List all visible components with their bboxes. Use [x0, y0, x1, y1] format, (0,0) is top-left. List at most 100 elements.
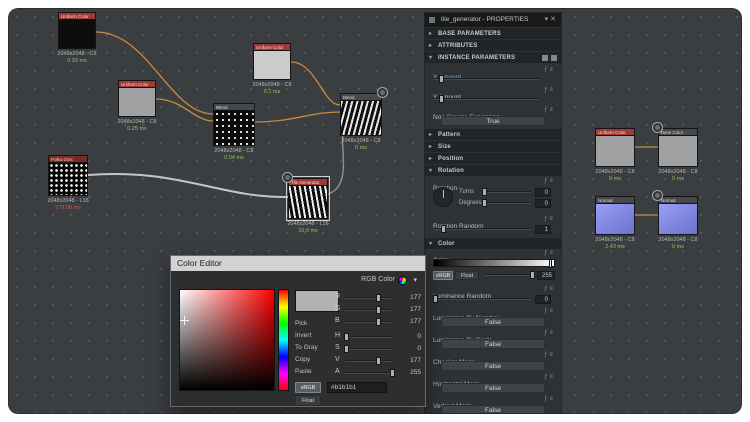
saturation-value-picker[interactable] — [179, 289, 275, 391]
node-polka-dots[interactable]: Polka Dots 2048x2048 - L16 779.08 ms — [48, 155, 88, 196]
node-graph-canvas[interactable]: Uniform Color 2048x2048 - C8 0.33 ms Uni… — [8, 8, 742, 414]
section-attributes[interactable]: ▸ ATTRIBUTES — [425, 39, 561, 51]
slider-handle[interactable] — [390, 369, 395, 377]
slider-handle[interactable] — [433, 295, 438, 303]
channel-g-value[interactable]: 177 — [397, 306, 421, 313]
node-output-badge-icon[interactable] — [377, 87, 388, 98]
turns-slider[interactable] — [483, 188, 531, 196]
chevron-down-icon[interactable]: ▾ — [413, 276, 417, 284]
node-uniform-color-2[interactable]: Uniform Color 2048x2048 - C8 0.1 ms — [253, 43, 291, 80]
section-color[interactable]: ▾ Color — [425, 237, 561, 249]
section-base-parameters[interactable]: ▸ BASE PARAMETERS — [425, 27, 561, 39]
node-preview[interactable] — [595, 203, 635, 235]
node-tile-generator[interactable]: Tile Generator 2048x2048 - L16 10.9 ms — [288, 178, 328, 219]
node-preview[interactable] — [253, 50, 291, 80]
rotation-random-value[interactable]: 1 — [535, 225, 551, 234]
node-preview[interactable] — [48, 162, 88, 196]
srgb-mode-button[interactable]: sRGB — [295, 382, 321, 393]
node-blend-2[interactable]: Blend 2048x2048 - C8 0 ms — [340, 93, 382, 136]
menu-icon[interactable]: ≡ — [549, 286, 555, 292]
slider-handle[interactable] — [530, 271, 535, 279]
channel-h-value[interactable]: 0 — [397, 333, 421, 340]
turns-value[interactable]: 0 — [535, 188, 551, 197]
rotation-dial[interactable] — [433, 187, 453, 207]
menu-icon[interactable]: ≡ — [549, 216, 555, 222]
luminance-by-number-toggle[interactable]: False — [441, 317, 545, 327]
srgb-mode-button[interactable]: sRGB — [433, 271, 453, 280]
node-normal-1[interactable]: Normal 2048x2048 - C8 2.43 ms — [595, 196, 635, 235]
channel-v-slider[interactable] — [345, 357, 393, 365]
slider-handle[interactable] — [439, 75, 444, 83]
channel-r-value[interactable]: 177 — [397, 294, 421, 301]
slider-handle[interactable] — [376, 318, 381, 326]
checker-mask-toggle[interactable]: False — [441, 361, 545, 371]
output-badge-icon[interactable] — [652, 122, 663, 133]
menu-icon[interactable]: ≡ — [549, 330, 555, 336]
section-rotation[interactable]: ▾ Rotation — [425, 164, 561, 176]
close-icon[interactable]: ✕ — [550, 16, 558, 23]
properties-title-bar[interactable]: tile_generator - PROPERTIES ▾✕ — [425, 13, 561, 27]
section-pattern[interactable]: ▸ Pattern — [425, 128, 561, 140]
float-mode-button[interactable]: Float — [455, 271, 479, 280]
menu-icon[interactable]: ≡ — [549, 250, 555, 256]
menu-icon[interactable]: ≡ — [549, 308, 555, 314]
wire[interactable] — [88, 174, 288, 197]
horizontal-mask-toggle[interactable]: False — [441, 383, 545, 393]
menu-icon[interactable]: ≡ — [549, 178, 555, 184]
degrees-slider[interactable] — [483, 199, 531, 207]
menu-icon[interactable]: ≡ — [549, 87, 555, 93]
gradient-handle[interactable] — [549, 259, 552, 268]
slider-handle[interactable] — [482, 188, 487, 196]
rotation-random-slider[interactable] — [433, 225, 531, 233]
slider-handle[interactable] — [344, 345, 349, 353]
color-level-value[interactable]: 255 — [537, 271, 555, 280]
menu-icon[interactable]: ≡ — [549, 352, 555, 358]
slider-handle[interactable] — [376, 306, 381, 314]
channel-b-slider[interactable] — [345, 318, 393, 326]
preset-icon[interactable] — [551, 55, 557, 61]
color-gradient-bar[interactable] — [433, 259, 555, 267]
node-preview[interactable] — [340, 100, 382, 136]
channel-v-value[interactable]: 177 — [397, 357, 421, 364]
slider-handle[interactable] — [376, 294, 381, 302]
hue-strip[interactable] — [278, 289, 289, 391]
menu-icon[interactable]: ≡ — [549, 396, 555, 402]
color-wheel-icon[interactable] — [398, 276, 407, 285]
node-preview[interactable] — [58, 19, 96, 49]
node-preview[interactable] — [595, 135, 635, 167]
luminance-by-scale-toggle[interactable]: False — [441, 339, 545, 349]
channel-b-value[interactable]: 177 — [397, 318, 421, 325]
x-amount-slider[interactable] — [433, 75, 539, 83]
channel-h-slider[interactable] — [345, 333, 393, 341]
slider-handle[interactable] — [439, 95, 444, 103]
param-y-amount[interactable]: Y Amount ƒ≡ — [433, 86, 555, 95]
grid-view-icon[interactable] — [542, 55, 548, 61]
section-size[interactable]: ▸ Size — [425, 140, 561, 152]
paste-button[interactable]: Paste — [295, 366, 331, 377]
color-editor-title-bar[interactable]: Color Editor — [171, 256, 425, 271]
node-preview[interactable] — [118, 87, 156, 117]
menu-icon[interactable]: ≡ — [549, 374, 555, 380]
node-type-badge-icon[interactable] — [282, 172, 293, 183]
node-output-normal[interactable]: Normal 2048x2048 - C8 0 ms — [658, 196, 698, 235]
output-badge-icon[interactable] — [652, 190, 663, 201]
color-level-slider[interactable] — [483, 271, 533, 279]
slider-handle[interactable] — [376, 357, 381, 365]
node-output-basecolor[interactable]: Base Color 2048x2048 - C8 0 ms — [658, 128, 698, 167]
y-amount-slider[interactable] — [433, 95, 539, 103]
menu-icon[interactable]: ≡ — [549, 67, 555, 73]
section-instance-parameters[interactable]: ▾ INSTANCE PARAMETERS — [425, 51, 561, 63]
wire[interactable] — [291, 62, 340, 105]
float-mode-button[interactable]: Float — [295, 395, 321, 406]
slider-handle[interactable] — [482, 199, 487, 207]
channel-a-slider[interactable] — [345, 369, 393, 377]
node-preview[interactable] — [213, 110, 255, 146]
luminance-random-value[interactable]: 0 — [535, 295, 551, 304]
non-square-expansion-toggle[interactable]: True — [441, 116, 545, 126]
degrees-value[interactable]: 0 — [535, 199, 551, 208]
wire[interactable] — [255, 112, 340, 122]
node-preview[interactable] — [658, 203, 698, 235]
node-preview[interactable] — [288, 185, 328, 219]
copy-button[interactable]: Copy — [295, 354, 331, 365]
channel-s-value[interactable]: 0 — [397, 345, 421, 352]
